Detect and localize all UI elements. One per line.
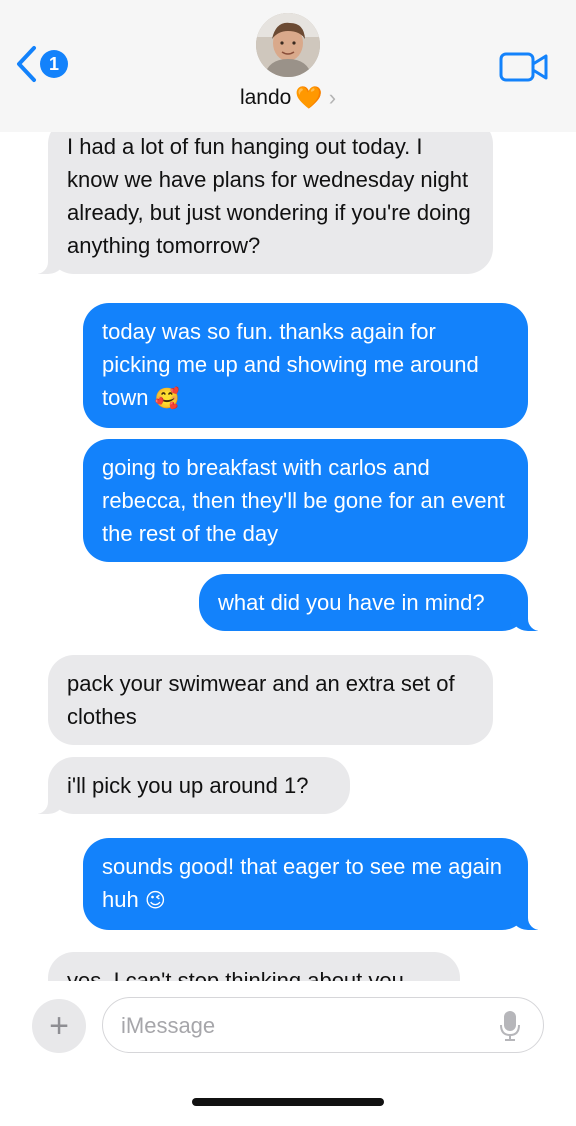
imessage-input[interactable] <box>119 1008 483 1044</box>
message-field[interactable] <box>102 997 544 1053</box>
add-attachment-button[interactable]: + <box>32 999 86 1053</box>
smiling-hearts-emoji: 🥰 <box>154 388 180 410</box>
contact-name: lando <box>239 86 292 109</box>
message-bubble-outgoing[interactable]: today was so fun. thanks again for picki… <box>83 303 528 428</box>
avatar[interactable] <box>256 13 320 77</box>
message-bubble-incoming[interactable]: pack your swimwear and an extra set of c… <box>48 655 493 745</box>
message-thread[interactable]: I had a lot of fun hanging out today. I … <box>0 0 576 981</box>
message-bubble-incoming[interactable]: i'll pick you up around 1? <box>26 757 350 814</box>
unread-count-badge: 1 <box>40 50 68 78</box>
conversation-header: 1 lando 🧡 › <box>0 0 576 132</box>
video-call-button[interactable] <box>499 51 549 88</box>
message-bubble-outgoing[interactable]: sounds good! that eager to see me again … <box>83 838 550 930</box>
home-indicator[interactable] <box>192 1098 384 1106</box>
message-text: pack your swimwear and an extra set of c… <box>67 671 455 729</box>
avatar-photo <box>256 13 320 77</box>
chevron-left-icon <box>17 46 36 82</box>
message-bubble-outgoing[interactable]: going to breakfast with carlos and rebec… <box>83 439 528 562</box>
video-camera-icon <box>499 52 548 82</box>
contact-name-button[interactable]: lando 🧡 › <box>0 86 576 110</box>
winking-face-emoji: 😉 <box>144 890 166 912</box>
orange-heart-icon: 🧡 <box>295 85 323 110</box>
message-text: i'll pick you up around 1? <box>67 773 309 798</box>
message-bubble-outgoing[interactable]: what did you have in mind? <box>199 574 550 631</box>
chevron-right-icon: › <box>328 85 337 110</box>
message-text: what did you have in mind? <box>218 590 485 615</box>
message-bubble-incoming[interactable]: yes. I can't stop thinking about you <box>48 952 460 981</box>
message-bubble-incoming[interactable]: I had a lot of fun hanging out today. I … <box>26 118 493 274</box>
message-text: going to breakfast with carlos and rebec… <box>102 455 505 546</box>
back-button[interactable]: 1 <box>14 44 68 84</box>
message-text: I had a lot of fun hanging out today. I … <box>67 134 471 258</box>
compose-bar: + <box>0 981 576 1126</box>
message-text: yes. I can't stop thinking about you <box>67 968 404 981</box>
plus-icon: + <box>49 1006 69 1045</box>
microphone-icon[interactable] <box>499 1010 521 1042</box>
